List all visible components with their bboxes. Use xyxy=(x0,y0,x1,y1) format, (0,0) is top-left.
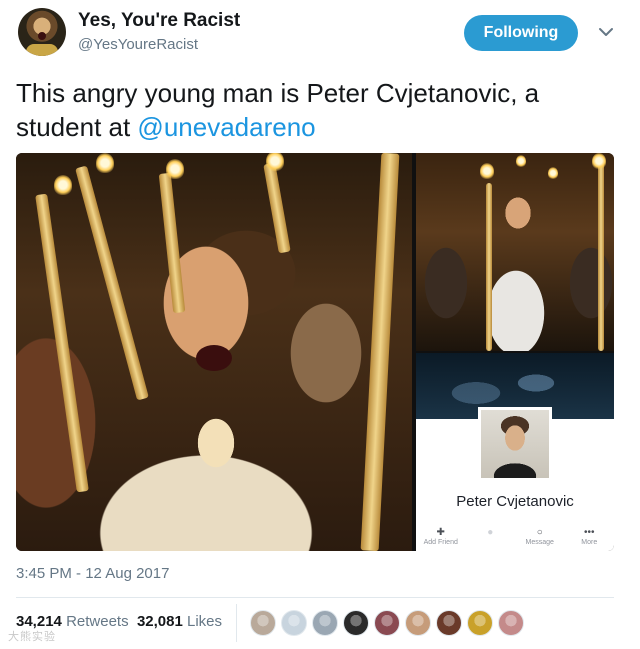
liker-avatar[interactable] xyxy=(312,610,338,636)
liker-avatar[interactable] xyxy=(374,610,400,636)
add-friend-button: ✚ Add Friend xyxy=(416,525,466,551)
torch xyxy=(158,172,186,314)
torch xyxy=(35,193,89,493)
message-label: Message xyxy=(525,539,554,546)
message-button: ○ Message xyxy=(515,525,565,551)
following-button[interactable]: Following xyxy=(464,15,578,51)
profile-name: Peter Cvjetanovic xyxy=(456,493,574,510)
liker-avatar[interactable] xyxy=(343,610,369,636)
facebook-profile-card[interactable]: Peter Cvjetanovic ✚ Add Friend ● ○ Messa… xyxy=(416,353,614,551)
follow-button: ● xyxy=(466,525,516,551)
tweet-header: Yes, You're Racist @YesYoureRacist Follo… xyxy=(18,8,622,64)
tweet-timestamp[interactable]: 3:45 PM - 12 Aug 2017 xyxy=(16,565,169,582)
liker-avatar[interactable] xyxy=(405,610,431,636)
torch-flame xyxy=(266,153,284,171)
liker-avatar[interactable] xyxy=(467,610,493,636)
watermark: 大熊实验 xyxy=(8,631,56,643)
torch xyxy=(360,153,400,551)
avatar-shirt xyxy=(26,44,58,56)
torch-flame xyxy=(166,159,184,179)
mention-link[interactable]: @unevadareno xyxy=(137,112,315,142)
add-friend-label: Add Friend xyxy=(423,539,458,546)
stats-divider xyxy=(236,604,237,642)
torch-flame xyxy=(96,153,114,173)
display-name[interactable]: Yes, You're Racist xyxy=(78,10,240,32)
torch-flame xyxy=(54,175,72,195)
profile-picture xyxy=(478,407,552,481)
open-mouth xyxy=(196,345,232,371)
likes-count[interactable]: 32,081 xyxy=(137,613,183,630)
more-label: More xyxy=(581,539,598,546)
liker-avatar[interactable] xyxy=(436,610,462,636)
user-avatar[interactable] xyxy=(18,8,66,56)
torch xyxy=(75,165,149,401)
liker-avatar[interactable] xyxy=(250,610,276,636)
photo-torch-rally[interactable] xyxy=(16,153,412,551)
divider xyxy=(16,597,614,598)
liker-avatar[interactable] xyxy=(281,610,307,636)
torch-flame xyxy=(592,153,606,169)
tweet-text: This angry young man is Peter Cvjetanovi… xyxy=(16,76,626,144)
likes-label[interactable]: Likes xyxy=(187,613,222,630)
torch-flame xyxy=(516,155,526,167)
more-button: ••• More xyxy=(565,525,615,551)
liker-avatars xyxy=(250,610,529,636)
add-friend-icon: ✚ xyxy=(436,527,445,538)
messenger-icon: ○ xyxy=(536,527,543,538)
torch-flame xyxy=(480,163,494,179)
torch xyxy=(598,163,604,351)
torch xyxy=(486,183,492,351)
follow-icon: ● xyxy=(487,527,494,538)
profile-actions: ✚ Add Friend ● ○ Message ••• More xyxy=(416,525,614,551)
torch xyxy=(263,162,291,254)
user-handle[interactable]: @YesYoureRacist xyxy=(78,36,198,53)
avatar-mouth xyxy=(38,32,46,40)
media-grid: Peter Cvjetanovic ✚ Add Friend ● ○ Messa… xyxy=(16,153,614,551)
chevron-down-icon[interactable] xyxy=(596,22,616,42)
more-icon: ••• xyxy=(583,527,595,538)
photo-crowd[interactable] xyxy=(416,153,614,351)
liker-avatar[interactable] xyxy=(498,610,524,636)
retweets-label[interactable]: Retweets xyxy=(66,613,129,630)
torch-flame xyxy=(548,167,558,179)
